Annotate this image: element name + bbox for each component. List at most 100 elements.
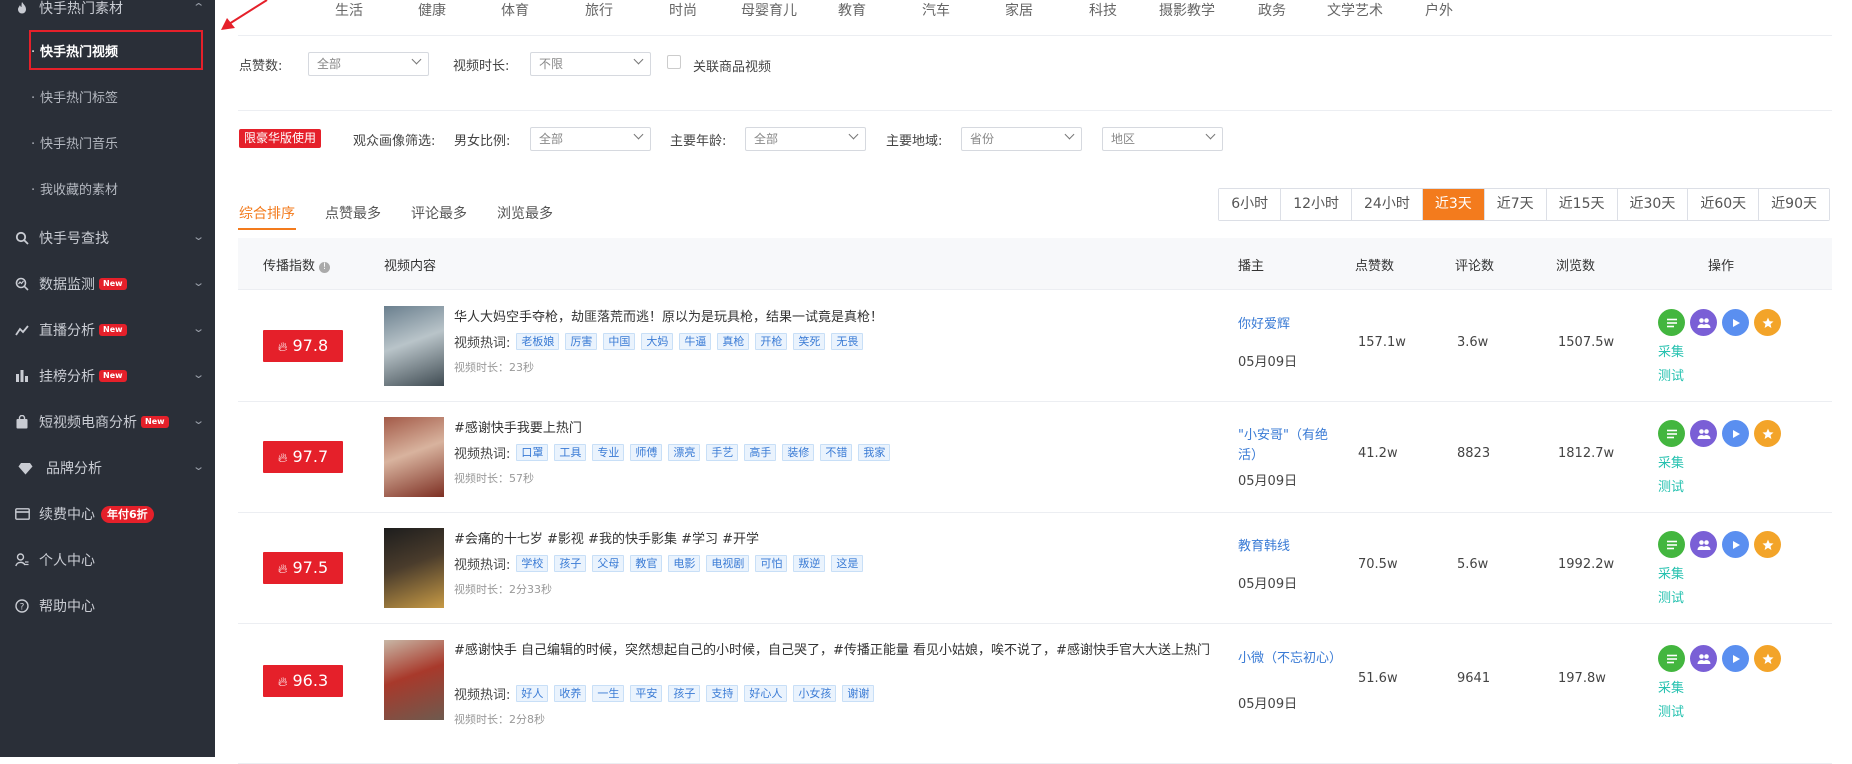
test-link[interactable]: 测试 bbox=[1658, 701, 1684, 720]
hot-word-tag[interactable]: 手艺 bbox=[706, 444, 739, 461]
video-thumbnail[interactable] bbox=[384, 417, 444, 497]
sidebar-sub-favorites[interactable]: · 我收藏的素材 bbox=[0, 179, 215, 203]
area-select[interactable]: 地区 bbox=[1102, 127, 1223, 151]
sidebar-sub-hot-music[interactable]: · 快手热门音乐 bbox=[0, 133, 215, 157]
video-thumbnail[interactable] bbox=[384, 640, 444, 720]
category-item[interactable]: 旅行 bbox=[585, 0, 613, 20]
collect-link[interactable]: 采集 bbox=[1658, 341, 1684, 360]
author-link[interactable]: "小安哥"（有绝活） bbox=[1238, 426, 1338, 466]
duration-select[interactable]: 不限 bbox=[530, 52, 651, 76]
detail-list-icon[interactable] bbox=[1658, 309, 1685, 336]
tab-most-views[interactable]: 浏览最多 bbox=[497, 203, 553, 223]
category-item[interactable]: 健康 bbox=[418, 0, 446, 20]
hot-word-tag[interactable]: 支持 bbox=[706, 685, 739, 702]
author-link[interactable]: 小微（不忘初心） bbox=[1238, 649, 1342, 669]
tab-most-comments[interactable]: 评论最多 bbox=[411, 203, 467, 223]
likes-select[interactable]: 全部 bbox=[308, 52, 429, 76]
category-item[interactable]: 生活 bbox=[335, 0, 363, 20]
hot-word-tag[interactable]: 教官 bbox=[630, 555, 663, 572]
hot-word-tag[interactable]: 好心人 bbox=[744, 685, 788, 702]
sidebar-item-ecommerce-analysis[interactable]: 短视频电商分析 New ⌄ bbox=[0, 408, 215, 436]
hot-word-tag[interactable]: 学校 bbox=[516, 555, 549, 572]
sidebar-group-hot-material[interactable]: 快手热门素材 ⌄ bbox=[0, 0, 215, 22]
test-link[interactable]: 测试 bbox=[1658, 476, 1684, 495]
video-title[interactable]: #会痛的十七岁 #影视 #我的快手影集 #学习 #开学 bbox=[454, 530, 1224, 550]
hot-word-tag[interactable]: 好人 bbox=[516, 685, 549, 702]
category-item[interactable]: 摄影教学 bbox=[1159, 0, 1215, 20]
hot-word-tag[interactable]: 口罩 bbox=[516, 444, 549, 461]
hot-word-tag[interactable]: 可怕 bbox=[755, 555, 788, 572]
hot-word-tag[interactable]: 孩子 bbox=[668, 685, 701, 702]
category-item[interactable]: 时尚 bbox=[669, 0, 697, 20]
time-range-60d[interactable]: 近60天 bbox=[1687, 189, 1759, 220]
hot-word-tag[interactable]: 电视剧 bbox=[706, 555, 750, 572]
sidebar-sub-hot-tags[interactable]: · 快手热门标签 bbox=[0, 87, 215, 111]
favorite-star-icon[interactable] bbox=[1754, 531, 1781, 558]
collect-link[interactable]: 采集 bbox=[1658, 563, 1684, 582]
video-title[interactable]: 华人大妈空手夺枪，劫匪落荒而逃！原以为是玩具枪，结果一试竟是真枪！ bbox=[454, 308, 1224, 328]
test-link[interactable]: 测试 bbox=[1658, 587, 1684, 606]
tab-most-likes[interactable]: 点赞最多 bbox=[325, 203, 381, 223]
sidebar-item-personal-center[interactable]: 个人中心 bbox=[0, 546, 215, 574]
video-thumbnail[interactable] bbox=[384, 528, 444, 608]
goods-video-checkbox[interactable] bbox=[667, 55, 681, 69]
hot-word-tag[interactable]: 电影 bbox=[668, 555, 701, 572]
age-select[interactable]: 全部 bbox=[745, 127, 866, 151]
audience-icon[interactable] bbox=[1690, 531, 1717, 558]
hot-word-tag[interactable]: 父母 bbox=[592, 555, 625, 572]
hot-word-tag[interactable]: 叛逆 bbox=[793, 555, 826, 572]
audience-icon[interactable] bbox=[1690, 420, 1717, 447]
category-item[interactable]: 政务 bbox=[1258, 0, 1286, 20]
video-thumbnail[interactable] bbox=[384, 306, 444, 386]
collect-link[interactable]: 采集 bbox=[1658, 452, 1684, 471]
detail-list-icon[interactable] bbox=[1658, 531, 1685, 558]
hot-word-tag[interactable]: 大妈 bbox=[641, 333, 674, 350]
sidebar-item-account-search[interactable]: 快手号查找 ⌄ bbox=[0, 224, 215, 252]
category-item[interactable]: 教育 bbox=[838, 0, 866, 20]
hot-word-tag[interactable]: 一生 bbox=[592, 685, 625, 702]
hot-word-tag[interactable]: 无畏 bbox=[831, 333, 864, 350]
favorite-star-icon[interactable] bbox=[1754, 420, 1781, 447]
sidebar-item-renewal-center[interactable]: 续费中心 年付6折 bbox=[0, 500, 215, 528]
video-title[interactable]: #感谢快手 自己编辑的时候，突然想起自己的小时候，自己哭了，#传播正能量 看见小… bbox=[454, 641, 1224, 661]
category-item[interactable]: 科技 bbox=[1089, 0, 1117, 20]
hot-word-tag[interactable]: 不错 bbox=[820, 444, 853, 461]
tab-comprehensive[interactable]: 综合排序 bbox=[239, 203, 295, 223]
hot-word-tag[interactable]: 专业 bbox=[592, 444, 625, 461]
category-item[interactable]: 户外 bbox=[1425, 0, 1453, 20]
hot-word-tag[interactable]: 平安 bbox=[630, 685, 663, 702]
author-link[interactable]: 你好爱辉 bbox=[1238, 315, 1338, 335]
hot-word-tag[interactable]: 中国 bbox=[603, 333, 636, 350]
favorite-star-icon[interactable] bbox=[1754, 309, 1781, 336]
sidebar-item-brand-analysis[interactable]: 品牌分析 ⌄ bbox=[0, 454, 215, 482]
hot-word-tag[interactable]: 笑死 bbox=[793, 333, 826, 350]
category-item[interactable]: 母婴育儿 bbox=[741, 0, 797, 20]
hot-word-tag[interactable]: 老板娘 bbox=[516, 333, 560, 350]
hot-word-tag[interactable]: 我家 bbox=[858, 444, 891, 461]
audience-icon[interactable] bbox=[1690, 309, 1717, 336]
hot-word-tag[interactable]: 工具 bbox=[554, 444, 587, 461]
video-title[interactable]: #感谢快手我要上热门 bbox=[454, 419, 1224, 439]
hot-word-tag[interactable]: 高手 bbox=[744, 444, 777, 461]
sidebar-item-live-analysis[interactable]: 直播分析 New ⌄ bbox=[0, 316, 215, 344]
sidebar-item-data-monitor[interactable]: 数据监测 New ⌄ bbox=[0, 270, 215, 298]
gender-select[interactable]: 全部 bbox=[530, 127, 651, 151]
hot-word-tag[interactable]: 师傅 bbox=[630, 444, 663, 461]
hot-word-tag[interactable]: 这是 bbox=[831, 555, 864, 572]
province-select[interactable]: 省份 bbox=[961, 127, 1082, 151]
author-link[interactable]: 教育韩线 bbox=[1238, 537, 1338, 557]
play-icon[interactable] bbox=[1722, 420, 1749, 447]
test-link[interactable]: 测试 bbox=[1658, 365, 1684, 384]
hot-word-tag[interactable]: 小女孩 bbox=[793, 685, 837, 702]
hot-word-tag[interactable]: 漂亮 bbox=[668, 444, 701, 461]
detail-list-icon[interactable] bbox=[1658, 645, 1685, 672]
collect-link[interactable]: 采集 bbox=[1658, 677, 1684, 696]
play-icon[interactable] bbox=[1722, 309, 1749, 336]
hot-word-tag[interactable]: 收养 bbox=[554, 685, 587, 702]
time-range-90d[interactable]: 近90天 bbox=[1758, 189, 1829, 220]
category-item[interactable]: 家居 bbox=[1005, 0, 1033, 20]
time-range-30d[interactable]: 近30天 bbox=[1616, 189, 1688, 220]
hot-word-tag[interactable]: 厉害 bbox=[565, 333, 598, 350]
category-item[interactable]: 体育 bbox=[501, 0, 529, 20]
time-range-12h[interactable]: 12小时 bbox=[1280, 189, 1352, 220]
